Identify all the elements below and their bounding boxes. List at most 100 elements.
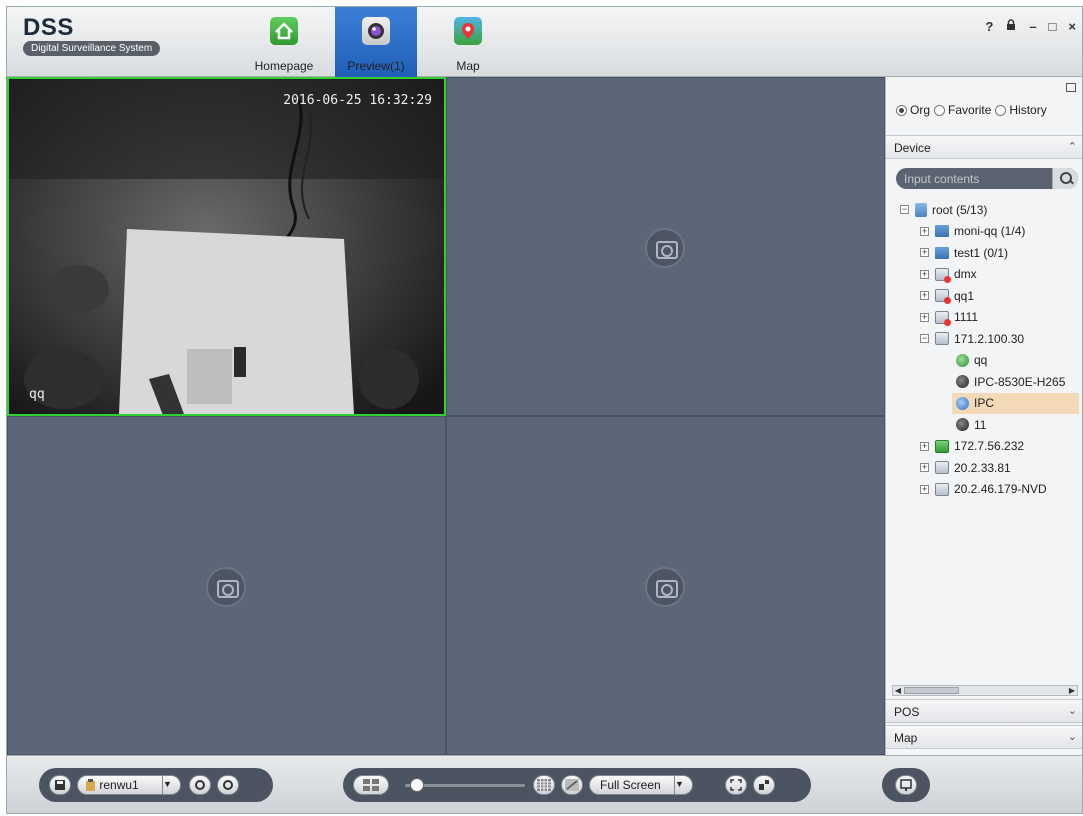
tree-node-label: IPC bbox=[974, 396, 995, 411]
expand-icon[interactable]: + bbox=[920, 269, 929, 279]
window-mode-button[interactable] bbox=[753, 775, 775, 795]
expand-icon[interactable]: + bbox=[920, 312, 929, 322]
collapse-icon[interactable]: − bbox=[900, 205, 909, 215]
grid-4x4-icon bbox=[537, 779, 551, 791]
full-screen-button[interactable]: Full Screen ▼ bbox=[589, 775, 693, 795]
fit-window-button[interactable] bbox=[725, 775, 747, 795]
tab-preview-label: Preview(1) bbox=[347, 59, 405, 73]
scroll-right-icon[interactable]: ▶ bbox=[1067, 686, 1077, 695]
chevron-down-icon: ⌄ bbox=[1067, 705, 1077, 717]
device-search-box bbox=[896, 168, 1078, 189]
device-icon bbox=[935, 461, 949, 475]
tree-node-moni-qq[interactable]: + moni-qq (1/4) bbox=[886, 221, 1082, 243]
tab-map[interactable]: Map bbox=[427, 7, 509, 77]
video-window-2[interactable] bbox=[446, 77, 885, 416]
tab-preview[interactable]: Preview(1) bbox=[335, 7, 417, 77]
split-layout-button[interactable] bbox=[353, 775, 389, 795]
radio-org-label: Org bbox=[910, 103, 931, 117]
device-section-header[interactable]: Device ⌃ bbox=[886, 135, 1082, 159]
dss-logo: DSS Digital Surveillance System bbox=[23, 16, 161, 56]
tree-node-channel-ipc[interactable]: IPC bbox=[952, 392, 1079, 414]
tree-node-label: 20.2.33.81 bbox=[954, 460, 1011, 475]
tree-node-20-2-46-179-nvd[interactable]: + 20.2.46.179-NVD bbox=[886, 479, 1082, 501]
expand-icon[interactable]: + bbox=[920, 441, 929, 451]
tree-horizontal-scrollbar[interactable]: ◀ ▶ bbox=[892, 685, 1078, 696]
tree-node-qq1[interactable]: + qq1 bbox=[886, 285, 1082, 307]
tree-node-root[interactable]: − root (5/13) bbox=[886, 199, 1082, 221]
expand-icon[interactable]: + bbox=[920, 484, 929, 494]
device-side-panel: Org Favorite History Device ⌃ − root (5/… bbox=[885, 77, 1082, 755]
chevron-down-icon: ⌄ bbox=[1067, 731, 1077, 743]
close-button[interactable]: × bbox=[1068, 19, 1076, 34]
tree-node-label: root (5/13) bbox=[932, 202, 988, 217]
radio-favorite[interactable]: Favorite bbox=[934, 103, 991, 117]
dropdown-arrow-icon[interactable]: ▼ bbox=[674, 775, 692, 795]
radio-history[interactable]: History bbox=[995, 103, 1047, 117]
tree-node-label: qq bbox=[974, 353, 988, 368]
online-camera-icon bbox=[956, 353, 969, 367]
maximize-button[interactable]: □ bbox=[1049, 19, 1057, 34]
tree-node-label: IPC-8530E-H265 bbox=[974, 374, 1066, 389]
live-video-frame bbox=[9, 79, 444, 414]
lock-button[interactable] bbox=[1005, 19, 1017, 34]
video-window-3[interactable] bbox=[7, 416, 446, 755]
cycle-icon bbox=[195, 780, 205, 790]
video-wall-icon bbox=[900, 779, 912, 791]
video-wall-button[interactable] bbox=[895, 775, 917, 795]
expand-arrows-icon bbox=[730, 779, 742, 791]
tree-node-172-7-56-232[interactable]: + 172.7.56.232 bbox=[886, 436, 1082, 458]
pos-section-header[interactable]: POS ⌄ bbox=[886, 699, 1082, 723]
grid-layout-button[interactable] bbox=[533, 775, 555, 795]
pos-section-title: POS bbox=[894, 705, 920, 719]
help-button[interactable]: ? bbox=[985, 19, 993, 34]
layout-slider-thumb[interactable] bbox=[410, 778, 424, 792]
scrollbar-thumb[interactable] bbox=[904, 687, 959, 694]
device-search-input[interactable] bbox=[904, 170, 1044, 187]
tree-node-20-2-33-81[interactable]: + 20.2.33.81 bbox=[886, 457, 1082, 479]
expand-icon[interactable]: + bbox=[920, 248, 929, 258]
chevron-up-icon: ⌃ bbox=[1067, 141, 1077, 153]
video-window-1[interactable]: 2016-06-25 16:32:29 qq bbox=[7, 77, 446, 416]
save-icon bbox=[55, 780, 65, 790]
tree-node-label: 20.2.46.179-NVD bbox=[954, 482, 1047, 497]
tree-node-label: moni-qq (1/4) bbox=[954, 224, 1026, 239]
tree-node-channel-qq[interactable]: qq bbox=[886, 350, 1082, 372]
collapse-icon[interactable]: − bbox=[920, 334, 929, 344]
view-selector[interactable]: renwu1 ▼ bbox=[77, 775, 181, 795]
scroll-left-icon[interactable]: ◀ bbox=[893, 686, 903, 695]
organization-icon bbox=[915, 202, 927, 217]
search-icon[interactable] bbox=[1052, 168, 1078, 189]
map-section-header[interactable]: Map ⌄ bbox=[886, 725, 1082, 749]
dropdown-arrow-icon[interactable]: ▼ bbox=[162, 775, 180, 795]
device-tree: − root (5/13) + moni-qq (1/4) + test1 (0… bbox=[886, 199, 1082, 501]
online-device-icon bbox=[935, 439, 949, 453]
lock-icon bbox=[1007, 19, 1016, 30]
tab-homepage[interactable]: Homepage bbox=[243, 7, 325, 77]
custom-layout-button[interactable] bbox=[561, 775, 583, 795]
expand-icon[interactable]: + bbox=[920, 226, 929, 236]
video-window-4[interactable] bbox=[446, 416, 885, 755]
save-view-button[interactable] bbox=[49, 775, 71, 795]
tree-node-1111[interactable]: + 1111 bbox=[886, 307, 1082, 329]
tree-node-label: 171.2.100.30 bbox=[954, 331, 1025, 346]
radio-org[interactable]: Org bbox=[896, 103, 930, 117]
tree-node-label: 172.7.56.232 bbox=[954, 439, 1025, 454]
window-controls: ? – □ × bbox=[985, 19, 1076, 34]
tree-node-171-2-100-30[interactable]: − 171.2.100.30 bbox=[886, 328, 1082, 350]
full-screen-label: Full Screen bbox=[600, 778, 661, 792]
tree-node-test1[interactable]: + test1 (0/1) bbox=[886, 242, 1082, 264]
radio-history-label: History bbox=[1009, 103, 1047, 117]
radio-favorite-dot bbox=[934, 104, 946, 116]
tree-node-channel-ipc-8530e[interactable]: IPC-8530E-H265 bbox=[886, 371, 1082, 393]
tree-node-channel-11[interactable]: 11 bbox=[886, 414, 1082, 436]
clipboard-icon bbox=[86, 779, 95, 791]
expand-icon[interactable]: + bbox=[920, 463, 929, 473]
offline-device-icon bbox=[935, 289, 951, 305]
restore-window-icon[interactable] bbox=[1066, 83, 1076, 92]
tour-start-button[interactable] bbox=[189, 775, 211, 795]
expand-icon[interactable]: + bbox=[920, 291, 929, 301]
tour-stop-button[interactable] bbox=[217, 775, 239, 795]
tree-node-dmx[interactable]: + dmx bbox=[886, 264, 1082, 286]
minimize-button[interactable]: – bbox=[1029, 19, 1036, 34]
radio-favorite-label: Favorite bbox=[948, 103, 992, 117]
